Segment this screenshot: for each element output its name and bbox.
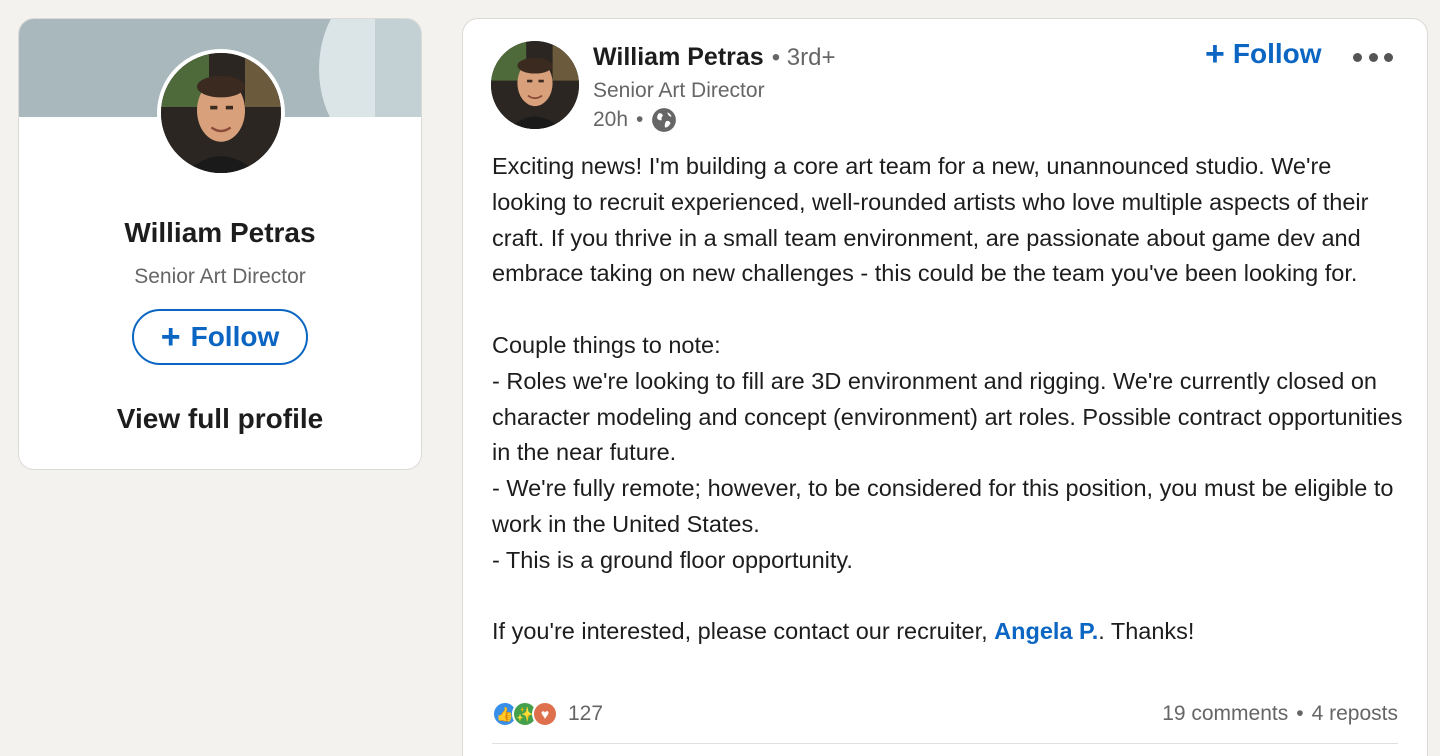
connection-degree-value: 3rd+ [786, 44, 836, 71]
post-author-avatar[interactable] [491, 41, 579, 129]
profile-card: William Petras Senior Art Director + Fol… [18, 18, 422, 470]
separator-dot: • [1296, 702, 1304, 725]
follow-button[interactable]: + Follow [132, 309, 308, 365]
post-follow-button[interactable]: + Follow [1205, 37, 1322, 71]
reposts-count-link[interactable]: 4 reposts [1312, 702, 1398, 726]
separator-dot: • [636, 108, 644, 131]
post-follow-label: Follow [1232, 38, 1322, 69]
post-paragraph: Exciting news! I'm building a core art t… [492, 153, 1369, 287]
connection-degree: • 3rd+ [771, 44, 836, 71]
mention-link[interactable]: Angela P. [994, 618, 1098, 644]
follow-button-label: Follow [190, 321, 280, 352]
divider [492, 743, 1398, 744]
profile-name[interactable]: William Petras [19, 217, 421, 249]
view-full-profile-link[interactable]: View full profile [19, 403, 421, 435]
closing-text-end: . Thanks! [1098, 618, 1195, 645]
reactions-summary[interactable]: 👍 ✨ ♥ 127 [492, 701, 603, 727]
reaction-count: 127 [568, 702, 604, 725]
social-counts-bar: 👍 ✨ ♥ 127 19 comments • 4 reposts [492, 699, 1398, 729]
post-body: Exciting news! I'm building a core art t… [492, 149, 1412, 650]
closing-text: If you're interested, please contact our… [492, 618, 995, 645]
post-author-name[interactable]: William Petras [593, 43, 764, 72]
post-paragraph: Couple things to note: - Roles we're loo… [492, 331, 1403, 573]
globe-icon [652, 108, 677, 132]
avatar-image [491, 41, 579, 129]
comments-count-link[interactable]: 19 comments [1162, 702, 1288, 726]
plus-icon: + [1205, 35, 1225, 73]
avatar[interactable] [157, 49, 285, 177]
post-closing-line: If you're interested, please contact our… [492, 614, 1412, 650]
more-horizontal-icon[interactable] [1353, 43, 1393, 71]
post-card: William Petras • 3rd+ Senior Art Directo… [462, 18, 1428, 756]
profile-headline: Senior Art Director [134, 265, 306, 288]
post-author-line: William Petras • 3rd+ [593, 43, 835, 72]
love-icon: ♥ [532, 701, 558, 727]
avatar-image [161, 53, 281, 173]
post-time: 20h [593, 108, 629, 131]
engagement-counts: 19 comments • 4 reposts [1162, 702, 1398, 726]
post-timestamp-line: 20h • [593, 107, 677, 133]
plus-icon: + [160, 318, 181, 356]
post-author-headline: Senior Art Director [593, 79, 765, 102]
